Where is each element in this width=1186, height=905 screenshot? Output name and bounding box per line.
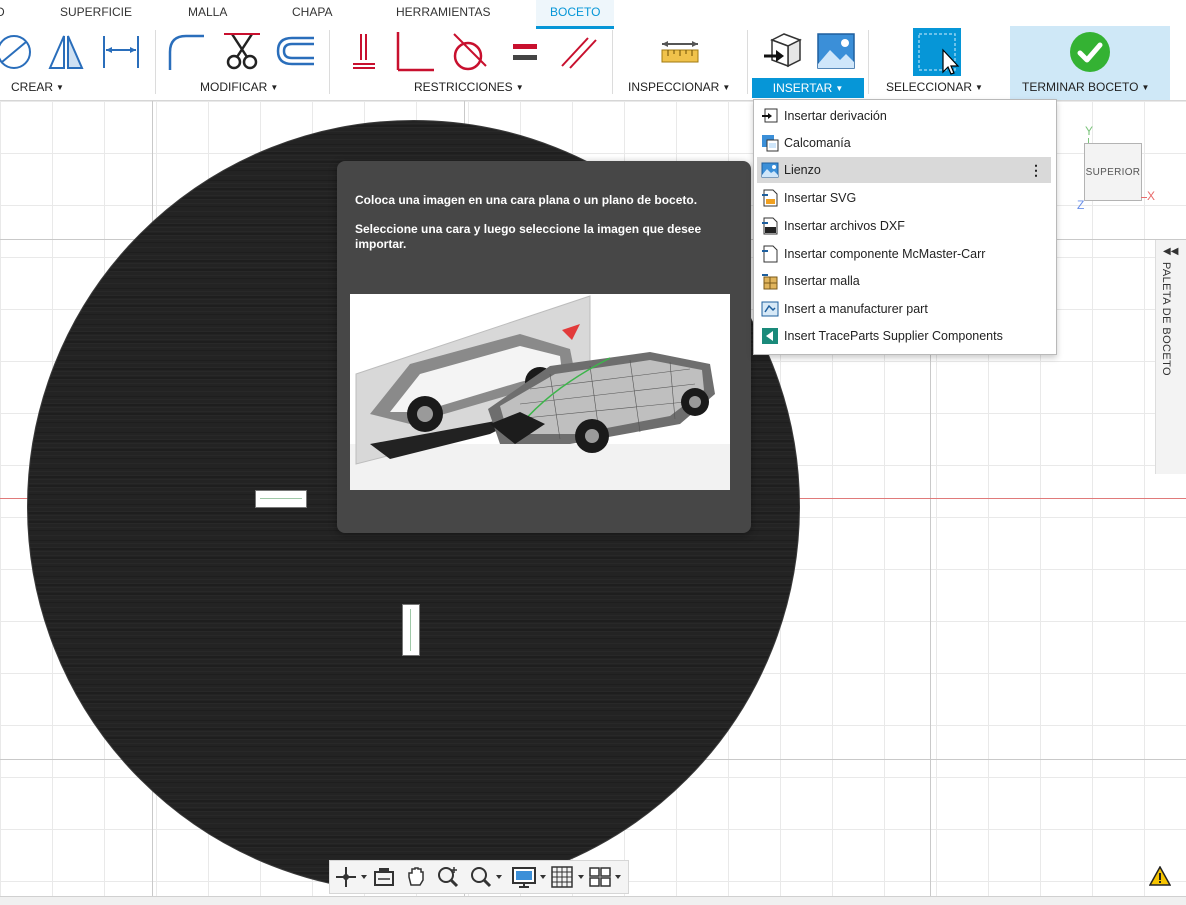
group-inspeccionar[interactable]: INSPECCIONAR ▼	[628, 80, 730, 94]
fit-zoom-icon[interactable]	[468, 865, 504, 889]
dimension-tool-icon[interactable]	[100, 30, 140, 72]
parallel-constraint-icon[interactable]	[558, 30, 598, 72]
mirror-tool-icon[interactable]	[46, 30, 86, 72]
finish-checkmark-icon[interactable]	[1068, 30, 1112, 74]
menu-item-traceparts[interactable]: Insert TraceParts Supplier Components	[757, 323, 1051, 349]
select-cursor-icon[interactable]	[913, 28, 961, 76]
tooltip-instruction: Seleccione una cara y luego seleccione l…	[355, 222, 702, 251]
display-settings-icon[interactable]	[510, 865, 548, 889]
menu-item-insertar-malla[interactable]: Insertar malla	[757, 268, 1051, 294]
pan-hand-icon[interactable]	[404, 865, 428, 889]
toolbar-divider	[329, 30, 330, 94]
coincident-constraint-icon[interactable]	[345, 30, 385, 72]
tab-boceto[interactable]: BOCETO	[536, 0, 615, 29]
group-restricciones[interactable]: RESTRICCIONES ▼	[414, 80, 524, 94]
viewports-icon[interactable]	[588, 865, 624, 889]
canvas-image-icon	[761, 161, 779, 179]
tab-chapa[interactable]: CHAPA	[292, 0, 332, 26]
view-cube[interactable]: Y SUPERIOR X Z	[1073, 124, 1173, 216]
tooltip-description: Coloca una imagen en una cara plana o un…	[355, 193, 698, 207]
svg-file-icon	[761, 189, 779, 207]
group-insertar-button[interactable]: INSERTAR ▼	[752, 78, 864, 98]
grid-settings-icon[interactable]	[550, 865, 586, 889]
circle-tool-icon[interactable]	[0, 30, 34, 72]
insertar-dropdown-menu: Insertar derivación Calcomanía Lienzo ⋮ …	[753, 99, 1057, 355]
menu-item-mcmaster[interactable]: Insertar componente McMaster-Carr	[757, 241, 1051, 267]
sketch-palette-label: PALETA DE BOCETO	[1160, 262, 1172, 376]
tangent-constraint-icon[interactable]	[448, 30, 488, 72]
axis-x-line	[1141, 197, 1147, 198]
toolbar-divider	[747, 30, 748, 94]
tab-malla[interactable]: MALLA	[188, 0, 227, 26]
menu-item-calcomania[interactable]: Calcomanía	[757, 130, 1051, 156]
measure-ruler-icon[interactable]	[660, 30, 700, 72]
insert-derive-icon[interactable]	[762, 30, 802, 72]
vertical-slot-profile[interactable]	[402, 604, 420, 656]
more-options-icon[interactable]: ⋮	[1029, 157, 1043, 183]
group-seleccionar[interactable]: SELECCIONAR ▼	[886, 80, 983, 94]
toolbar-divider	[155, 30, 156, 94]
warning-icon[interactable]	[1148, 865, 1172, 886]
fillet-tool-icon[interactable]	[166, 30, 206, 72]
zoom-icon[interactable]	[436, 865, 462, 889]
trim-scissors-icon[interactable]	[222, 30, 262, 72]
group-crear[interactable]: CREAR ▼	[11, 80, 64, 94]
menu-item-manufacturer-part[interactable]: Insert a manufacturer part	[757, 296, 1051, 322]
group-terminar-boceto[interactable]: TERMINAR BOCETO ▼	[1022, 80, 1149, 94]
menu-item-insertar-svg[interactable]: Insertar SVG	[757, 185, 1051, 211]
tab-herramientas[interactable]: HERRAMIENTAS	[396, 0, 490, 26]
cube-face-superior[interactable]: SUPERIOR	[1084, 143, 1142, 201]
axis-y-label: Y	[1085, 124, 1094, 138]
menu-item-lienzo[interactable]: Lienzo ⋮	[757, 157, 1051, 183]
orbit-icon[interactable]	[334, 865, 368, 889]
tooltip-preview-image	[350, 294, 730, 490]
menu-item-insertar-derivacion[interactable]: Insertar derivación	[757, 103, 1051, 129]
insert-image-icon[interactable]	[816, 30, 856, 72]
menu-item-insertar-dxf[interactable]: Insertar archivos DXF	[757, 213, 1051, 239]
tab-superficie[interactable]: SUPERFICIE	[60, 0, 132, 26]
navigation-bar	[329, 860, 629, 894]
tab-solido[interactable]: D	[0, 0, 5, 26]
offset-tool-icon[interactable]	[274, 30, 314, 72]
horizontal-slot-profile[interactable]	[255, 490, 307, 508]
equal-constraint-icon[interactable]	[505, 30, 545, 72]
toolbar-divider	[868, 30, 869, 94]
perpendicular-constraint-icon[interactable]	[394, 30, 434, 72]
mcmaster-icon	[761, 245, 779, 263]
toolbar-divider	[612, 30, 613, 94]
ribbon-toolbar: D SUPERFICIE MALLA CHAPA HERRAMIENTAS BO…	[0, 0, 1186, 101]
axis-x-label: X	[1147, 189, 1156, 203]
look-at-icon[interactable]	[372, 865, 396, 889]
dxf-file-icon	[761, 217, 779, 235]
expand-arrow-icon[interactable]: ◀◀	[1163, 246, 1178, 257]
group-modificar[interactable]: MODIFICAR ▼	[200, 80, 278, 94]
mesh-icon	[761, 272, 779, 290]
lienzo-tooltip: Coloca una imagen en una cara plana o un…	[337, 161, 751, 533]
sketch-palette-tab[interactable]: ◀◀ PALETA DE BOCETO	[1155, 240, 1186, 474]
decal-icon	[761, 134, 779, 152]
manufacturer-part-icon	[761, 300, 779, 318]
axis-z-label: Z	[1077, 198, 1085, 212]
traceparts-icon	[761, 327, 779, 345]
derive-icon	[761, 107, 779, 125]
